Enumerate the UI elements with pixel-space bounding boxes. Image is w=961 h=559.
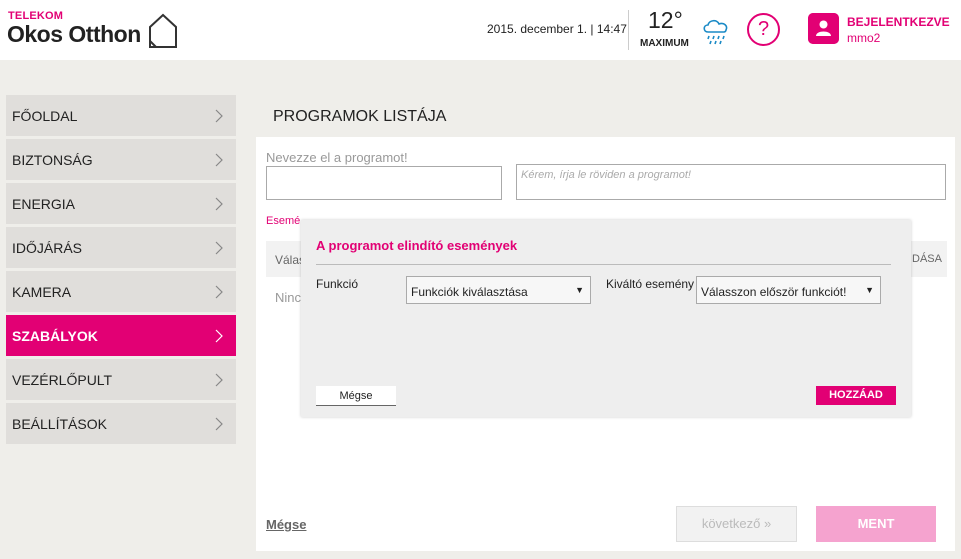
sidebar-item-beallitasok[interactable]: BEÁLLÍTÁSOK: [6, 403, 236, 444]
chevron-right-icon: [215, 153, 223, 166]
function-select-value: Funkciók kiválasztása: [411, 285, 528, 299]
table-header-cell: DÁSA: [912, 253, 942, 265]
chevron-right-icon: [215, 373, 223, 386]
temperature-label: MAXIMUM: [640, 38, 689, 49]
rain-cloud-icon: [703, 19, 728, 45]
chevron-right-icon: [215, 329, 223, 342]
temperature: 12°: [648, 7, 683, 33]
save-button[interactable]: MENT: [816, 506, 936, 542]
sidebar-item-label: FŐOLDAL: [12, 107, 78, 124]
sidebar-item-energia[interactable]: ENERGIA: [6, 183, 236, 224]
modal-cancel-button[interactable]: Mégse: [316, 386, 396, 406]
sidebar-item-idojaras[interactable]: IDŐJÁRÁS: [6, 227, 236, 268]
function-select[interactable]: Funkciók kiválasztása ▼: [406, 276, 591, 304]
trigger-event-select-value: Válasszon először funkciót!: [701, 285, 847, 299]
chevron-right-icon: [215, 417, 223, 430]
user-avatar-icon[interactable]: [808, 13, 839, 44]
sidebar-item-szabalyok[interactable]: SZABÁLYOK: [6, 315, 236, 356]
tab-events[interactable]: Esemé: [266, 215, 300, 227]
function-label: Funkció: [316, 277, 359, 291]
program-name-label: Nevezze el a programot!: [266, 150, 408, 165]
page-title: PROGRAMOK LISTÁJA: [273, 108, 447, 125]
sidebar-item-label: ENERGIA: [12, 195, 76, 212]
sidebar-item-label: IDŐJÁRÁS: [12, 239, 83, 256]
sidebar-item-fooldal[interactable]: FŐOLDAL: [6, 95, 236, 136]
sidebar-item-biztonsag[interactable]: BIZTONSÁG: [6, 139, 236, 180]
events-modal: A programot elindító események Funkció F…: [301, 220, 911, 417]
sidebar-item-label: VEZÉRLŐPULT: [12, 371, 113, 388]
user-name: mmo2: [847, 31, 881, 45]
modal-add-button[interactable]: HOZZÁAD: [816, 386, 896, 405]
trigger-event-select[interactable]: Válasszon először funkciót! ▼: [696, 276, 881, 304]
next-button[interactable]: következő »: [676, 506, 797, 542]
dropdown-arrow-icon: ▼: [865, 285, 874, 295]
top-header: TELEKOM Okos Otthon 2015. december 1. | …: [0, 0, 961, 60]
user-status[interactable]: BEJELENTKEZVE: [847, 15, 950, 29]
program-description-input[interactable]: [516, 164, 946, 200]
sidebar-item-label: BEÁLLÍTÁSOK: [12, 415, 107, 432]
dropdown-arrow-icon: ▼: [575, 285, 584, 295]
chevron-right-icon: [215, 109, 223, 122]
chevron-right-icon: [215, 241, 223, 254]
brand-okos-otthon: Okos Otthon: [7, 21, 141, 47]
modal-title: A programot elindító események: [316, 238, 518, 253]
header-divider: [628, 10, 629, 50]
empty-table-text: Ninc: [275, 290, 302, 305]
sidebar-item-label: SZABÁLYOK: [12, 327, 98, 344]
sidebar-item-label: BIZTONSÁG: [12, 151, 93, 168]
program-name-input[interactable]: [266, 166, 502, 200]
modal-divider: [316, 264, 891, 265]
sidebar-item-label: KAMERA: [12, 283, 72, 300]
help-button[interactable]: ?: [747, 13, 780, 46]
trigger-event-label: Kiváltó esemény: [606, 277, 695, 291]
chevron-right-icon: [215, 285, 223, 298]
house-logo-icon: [149, 13, 177, 48]
sidebar-item-kamera[interactable]: KAMERA: [6, 271, 236, 312]
datetime: 2015. december 1. | 14:47: [487, 22, 627, 36]
sidebar-item-vezerlopult[interactable]: VEZÉRLŐPULT: [6, 359, 236, 400]
sidebar-nav: FŐOLDAL BIZTONSÁG ENERGIA IDŐJÁRÁS KAMER…: [6, 95, 236, 447]
chevron-right-icon: [215, 197, 223, 210]
cancel-link[interactable]: Mégse: [266, 517, 306, 532]
